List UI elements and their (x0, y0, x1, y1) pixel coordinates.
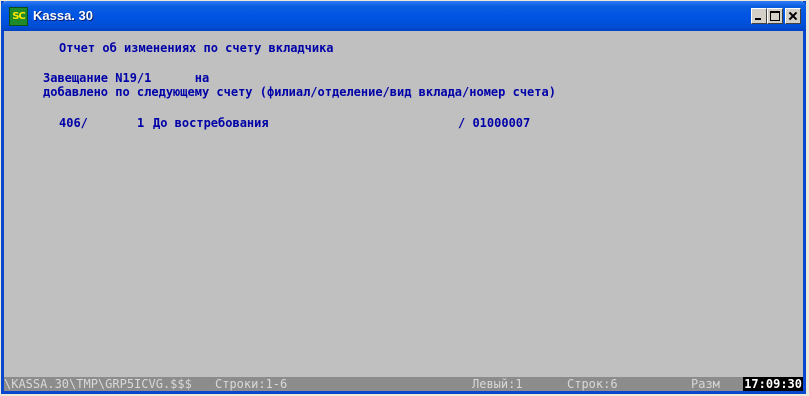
account-deposit-type: До востребования (153, 116, 269, 130)
kassa-app-icon[interactable]: SC (9, 7, 28, 26)
console-area[interactable]: Отчет об изменениях по счету вкладчика З… (4, 31, 803, 391)
window-title: Kassa. 30 (33, 8, 93, 23)
status-rows-count: Строк:6 (567, 377, 618, 391)
description-line: добавлено по следующему счету (филиал/от… (43, 85, 556, 99)
status-bar: \KASSA.30\TMP\GRP5ICVG.$$$ Строки:1-6 Ле… (4, 377, 803, 391)
kassa-window: SC Kassa. 30 Отчет об изменениях по счет… (1, 1, 806, 394)
status-rows-range: Строки:1-6 (215, 377, 288, 391)
status-clock: 17:09:30 (743, 377, 803, 391)
title-bar[interactable]: SC Kassa. 30 (1, 1, 806, 31)
status-left: Левый:1 (472, 377, 523, 391)
minimize-button[interactable] (751, 8, 767, 24)
account-dept: 1 (137, 116, 145, 130)
will-line: Завещание N19/1 на (43, 71, 210, 85)
status-size-label: Разм (691, 377, 720, 391)
account-branch: 406/ (59, 116, 88, 130)
status-path: \KASSA.30\TMP\GRP5ICVG.$$$ (4, 377, 192, 391)
maximize-button[interactable] (767, 8, 783, 24)
close-button[interactable] (785, 8, 801, 24)
account-number: / 01000007 (458, 116, 531, 130)
report-heading: Отчет об изменениях по счету вкладчика (59, 41, 334, 55)
